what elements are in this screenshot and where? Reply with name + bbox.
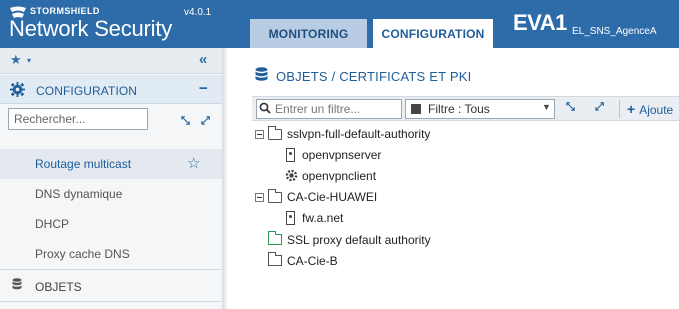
ca-icon <box>268 252 282 266</box>
sidebar-section-objets[interactable]: OBJETS <box>0 269 222 301</box>
filter-select-value: Filtre : Tous <box>428 102 490 116</box>
add-button-label: Ajoute <box>639 103 674 117</box>
client-certificate-icon <box>285 169 298 182</box>
sidebar-item-dhcp[interactable]: DHCP <box>0 209 222 239</box>
database-icon <box>255 67 268 81</box>
ca-folder-icon <box>268 189 282 203</box>
ca-authority-icon <box>268 231 282 245</box>
server-certificate-icon <box>286 148 295 162</box>
tree-node[interactable]: CA-Cie-B <box>287 251 338 271</box>
sidebar-divider <box>222 48 228 309</box>
caret-down-icon[interactable]: ▾ <box>27 56 31 65</box>
version-label: v4.0.1 <box>184 7 212 18</box>
sidebar-search-input[interactable] <box>8 108 148 130</box>
page-title: OBJETS / CERTIFICATS ET PKI <box>276 69 472 84</box>
filter-select[interactable]: Filtre : Tous ▼ <box>405 99 555 119</box>
sidebar: ★ ▾ « CONFIGURATION − ⤡ ⤢ Routage multic… <box>0 48 222 309</box>
tree-node-label: sslvpn-full-default-authority <box>287 127 431 141</box>
section-configuration-label: CONFIGURATION <box>36 84 138 98</box>
brand: STORMSHIELD v4.0.1 Network Security <box>0 0 222 48</box>
sidebar-item-proxy-cache-dns[interactable]: Proxy cache DNS <box>0 239 222 269</box>
tree-node-label: CA-Cie-HUAWEI <box>287 190 378 204</box>
collapse-all-icon[interactable]: ⤡ <box>181 115 190 128</box>
tree-node-label: openvpnserver <box>302 148 382 162</box>
tree-node-label: fw.a.net <box>302 211 344 225</box>
favorites-bar: ★ ▾ « <box>0 48 222 74</box>
ca-folder-icon <box>268 126 282 140</box>
tree-toggle-minus-icon[interactable] <box>255 193 264 202</box>
sidebar-item-routage-multicast[interactable]: Routage multicast ☆ <box>0 149 222 179</box>
tab-monitoring[interactable]: MONITORING <box>250 19 367 48</box>
divider <box>0 301 222 302</box>
tree-node[interactable]: SSL proxy default authority <box>287 230 431 250</box>
tree-node[interactable]: CA-Cie-HUAWEI <box>287 187 377 207</box>
device-name: EVA1 <box>513 10 567 35</box>
tree-node-label: openvpnclient <box>302 169 377 183</box>
database-icon <box>12 278 22 290</box>
sidebar-item-label: DNS dynamique <box>35 187 123 201</box>
double-chevron-left-icon[interactable]: « <box>199 51 207 68</box>
sidebar-item-label: Routage multicast <box>35 157 132 171</box>
section-objets-label: OBJETS <box>35 280 82 294</box>
expand-all-icon[interactable]: ⤢ <box>595 101 604 114</box>
tab-configuration[interactable]: CONFIGURATION <box>373 19 493 48</box>
search-icon <box>259 102 271 114</box>
tree-node-label: SSL proxy default authority <box>287 233 431 247</box>
sidebar-section-configuration[interactable]: CONFIGURATION − <box>0 75 222 104</box>
tree-node[interactable]: openvpnclient <box>302 166 376 186</box>
sidebar-item-label: Proxy cache DNS <box>35 247 130 261</box>
plus-icon: + <box>627 101 636 117</box>
chevron-down-icon: ▼ <box>542 102 551 112</box>
sidebar-item-dns-dynamique[interactable]: DNS dynamique <box>0 179 222 209</box>
toolbar-divider <box>619 100 620 118</box>
tree-node[interactable]: fw.a.net <box>302 208 343 228</box>
favorite-star-icon[interactable]: ☆ <box>187 149 200 179</box>
tree-toggle-minus-icon[interactable] <box>255 130 264 139</box>
expand-all-icon[interactable]: ⤢ <box>201 115 210 128</box>
tree-node[interactable]: openvpnserver <box>302 145 381 165</box>
device-subtitle: EL_SNS_AgenceA <box>572 26 657 37</box>
top-header: STORMSHIELD v4.0.1 Network Security MONI… <box>0 0 679 48</box>
gear-icon <box>10 82 25 97</box>
server-certificate-icon <box>286 211 295 225</box>
filter-input[interactable] <box>256 99 402 119</box>
tree-node-label: CA-Cie-B <box>287 254 338 268</box>
add-button[interactable]: + Ajoute <box>627 101 673 117</box>
brand-name: STORMSHIELD <box>30 6 100 16</box>
product-name: Network Security <box>9 16 173 41</box>
collapse-minus-icon[interactable]: − <box>199 80 208 97</box>
sidebar-item-label: DHCP <box>35 217 70 231</box>
filter-icon <box>411 104 421 114</box>
tree-node[interactable]: sslvpn-full-default-authority <box>287 124 430 144</box>
collapse-all-icon[interactable]: ⤡ <box>566 101 575 114</box>
star-icon[interactable]: ★ <box>10 52 22 68</box>
